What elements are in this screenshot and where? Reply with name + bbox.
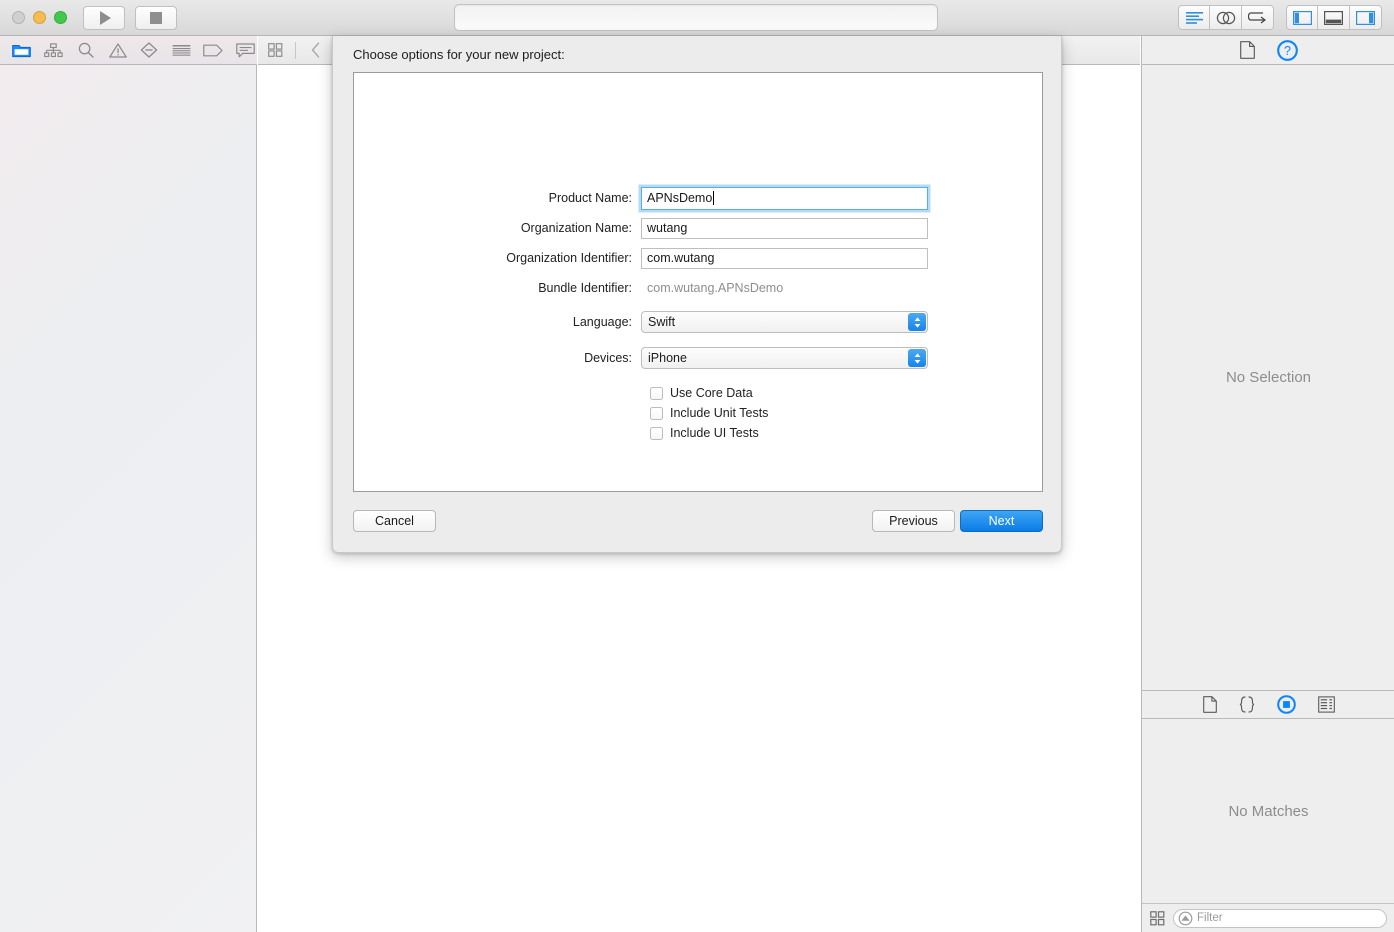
run-button[interactable] [83, 5, 125, 30]
devices-select[interactable]: iPhone [641, 347, 928, 369]
library-filter-bar: Filter [1142, 903, 1394, 932]
library-tab-bar [1142, 690, 1394, 719]
filter-icon [1178, 911, 1193, 925]
utilities-panel: ? No Selection No Matches Filter [1141, 36, 1394, 932]
go-back-button[interactable] [305, 39, 327, 61]
sidebar-item-breakpoint-navigator[interactable] [201, 39, 225, 61]
sheet-footer: Cancel Previous Next [333, 492, 1063, 552]
organization-identifier-label: Organization Identifier: [506, 251, 632, 265]
chevron-updown-icon [908, 349, 926, 367]
minimize-window-button[interactable] [33, 11, 46, 24]
quick-help-icon[interactable]: ? [1276, 39, 1298, 61]
inspector-empty-state: No Selection [1142, 65, 1394, 690]
library-filter-field[interactable]: Filter [1173, 908, 1387, 928]
include-unit-tests-checkbox[interactable] [650, 406, 663, 420]
media-library-icon[interactable] [1276, 695, 1296, 714]
checkbox-row-use-core-data[interactable]: Use Core Data [354, 383, 1044, 403]
field-row-organization-identifier: Organization Identifier: com.wutang [354, 243, 1044, 273]
inspector-tab-bar: ? [1142, 36, 1394, 65]
project-options-form: Product Name: APNsDemo Organization Name… [354, 183, 1044, 443]
navigator-tab-bar [0, 36, 257, 65]
editor-mode-segmented-control [1178, 5, 1274, 30]
library-empty-state: No Matches [1142, 719, 1394, 903]
sidebar-item-test-navigator[interactable] [138, 39, 162, 61]
utilities-panel-icon[interactable] [1350, 5, 1382, 30]
field-row-devices: Devices: iPhone [354, 343, 1044, 373]
stop-icon [150, 11, 162, 24]
use-core-data-checkbox[interactable] [650, 386, 663, 400]
include-ui-tests-label: Include UI Tests [670, 426, 759, 440]
related-items-icon[interactable] [264, 39, 286, 61]
bundle-identifier-label: Bundle Identifier: [538, 281, 632, 295]
activity-status-field[interactable] [454, 4, 938, 31]
sidebar-item-source-control-navigator[interactable] [42, 39, 66, 61]
field-row-language: Language: Swift [354, 307, 1044, 337]
checkbox-row-include-unit-tests[interactable]: Include Unit Tests [354, 403, 1044, 423]
organization-identifier-value: com.wutang [647, 251, 715, 265]
product-name-value: APNsDemo [647, 191, 713, 205]
debug-panel-icon[interactable] [1318, 5, 1350, 30]
organization-name-label: Organization Name: [520, 221, 632, 235]
new-project-options-sheet: Choose options for your new project: Pro… [332, 36, 1062, 553]
file-template-icon[interactable] [1202, 696, 1217, 713]
devices-value: iPhone [648, 351, 687, 365]
window-controls [12, 11, 67, 24]
object-library-icon[interactable] [1317, 696, 1335, 713]
no-selection-label: No Selection [1225, 369, 1312, 386]
cancel-button[interactable]: Cancel [353, 510, 436, 532]
jumpbar-divider [295, 41, 296, 59]
close-window-button[interactable] [12, 11, 25, 24]
checkbox-row-include-ui-tests[interactable]: Include UI Tests [354, 423, 1044, 443]
chevron-updown-icon [908, 313, 926, 331]
version-editor-icon[interactable] [1242, 5, 1274, 30]
organization-name-input[interactable]: wutang [641, 217, 928, 239]
sidebar-item-find-navigator[interactable] [74, 39, 98, 61]
use-core-data-label: Use Core Data [670, 386, 753, 400]
assistant-editor-icon[interactable] [1210, 5, 1242, 30]
navigator-panel-icon[interactable] [1286, 5, 1318, 30]
language-value: Swift [648, 315, 676, 329]
organization-name-value: wutang [647, 221, 688, 235]
previous-button[interactable]: Previous [872, 510, 955, 532]
field-row-organization-name: Organization Name: wutang [354, 213, 1044, 243]
run-stop-group [83, 5, 177, 30]
file-inspector-icon[interactable] [1239, 41, 1255, 59]
product-name-input[interactable]: APNsDemo [641, 186, 928, 210]
include-unit-tests-label: Include Unit Tests [670, 406, 769, 420]
view-options-icon[interactable] [1150, 910, 1165, 926]
xcode-window: ? No Selection No Matches Filter Choose … [0, 0, 1394, 932]
field-row-bundle-identifier: Bundle Identifier: com.wutang.APNsDemo [354, 273, 1044, 303]
play-icon [99, 10, 111, 25]
bundle-identifier-value: com.wutang.APNsDemo [647, 281, 784, 295]
standard-editor-icon[interactable] [1178, 5, 1210, 30]
product-name-label: Product Name: [548, 191, 632, 205]
sidebar-item-debug-navigator[interactable] [169, 39, 193, 61]
devices-label: Devices: [584, 351, 632, 365]
include-ui-tests-checkbox[interactable] [650, 426, 663, 440]
code-snippet-icon[interactable] [1239, 696, 1255, 713]
svg-text:?: ? [1284, 44, 1291, 58]
sidebar-item-issue-navigator[interactable] [106, 39, 130, 61]
language-select[interactable]: Swift [641, 311, 928, 333]
toolbar-right-group [1178, 5, 1382, 30]
sidebar-item-report-navigator[interactable] [233, 39, 257, 61]
no-matches-label: No Matches [1228, 802, 1309, 820]
sheet-options-panel: Product Name: APNsDemo Organization Name… [353, 72, 1043, 492]
next-button[interactable]: Next [960, 510, 1043, 532]
text-caret [713, 191, 715, 205]
language-label: Language: [572, 315, 632, 329]
field-row-product-name: Product Name: APNsDemo [354, 183, 1044, 213]
panel-toggle-segmented-control [1286, 5, 1382, 30]
stop-button[interactable] [135, 5, 177, 30]
window-titlebar [0, 0, 1394, 36]
organization-identifier-input[interactable]: com.wutang [641, 247, 928, 269]
sidebar-item-project-navigator[interactable] [10, 39, 34, 61]
sheet-title: Choose options for your new project: [353, 47, 565, 62]
navigator-panel [0, 36, 257, 932]
library-filter-placeholder: Filter [1197, 912, 1223, 924]
maximize-window-button[interactable] [54, 11, 67, 24]
